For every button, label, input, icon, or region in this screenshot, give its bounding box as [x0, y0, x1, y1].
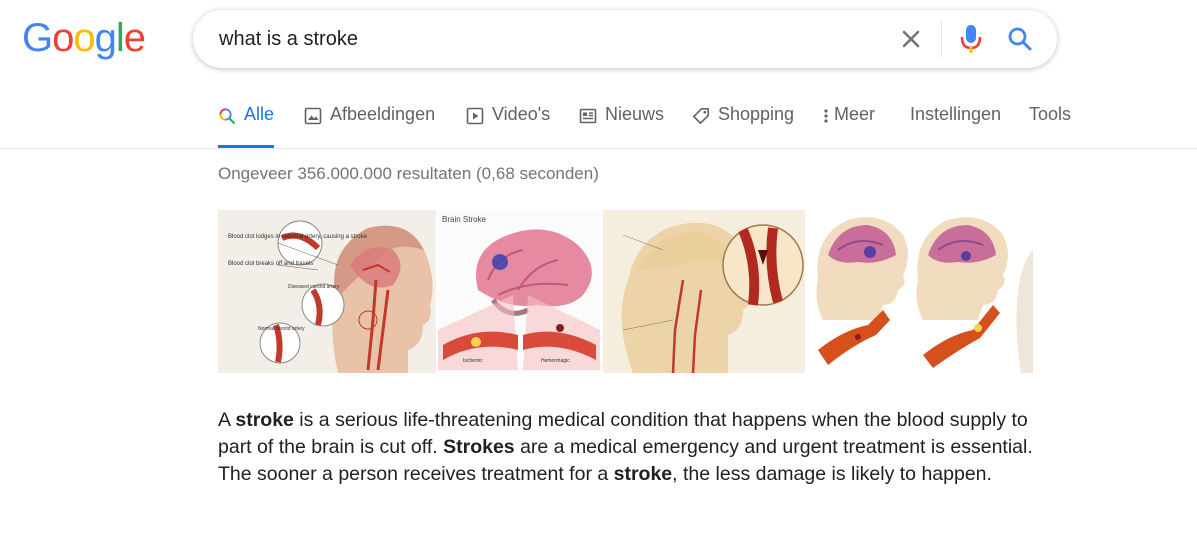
tab-settings[interactable]: Instellingen — [910, 104, 1001, 148]
tab-label: Alle — [243, 104, 274, 124]
snippet-keyword: stroke — [235, 409, 294, 431]
stroke-diagram-image-1[interactable]: Blood clot lodges in cerebral artery, ca… — [218, 210, 436, 373]
logo-letter: g — [94, 16, 117, 60]
tab-label: Shopping — [718, 104, 795, 124]
logo-letter: l — [115, 16, 125, 60]
logo-letter: e — [123, 16, 146, 60]
tab-videos[interactable]: Video's — [466, 104, 550, 148]
snippet-keyword: stroke — [613, 463, 673, 485]
tab-tools[interactable]: Tools — [1029, 104, 1071, 148]
image-label: Blood clot breaks off and travels — [228, 261, 313, 267]
search-icon — [1008, 27, 1032, 51]
snippet-text: , the less damage is likely to happen. — [672, 463, 992, 485]
tab-images[interactable]: Afbeeldingen — [304, 104, 435, 148]
search-button[interactable] — [1005, 24, 1035, 54]
news-icon — [579, 108, 597, 124]
image-title: Brain Stroke — [442, 215, 487, 224]
tab-label: Instellingen — [910, 104, 1002, 124]
search-input[interactable] — [219, 10, 859, 68]
close-icon — [902, 30, 920, 48]
search-divider — [941, 21, 942, 57]
snippet-text: A — [218, 409, 236, 431]
tab-shopping[interactable]: Shopping — [692, 104, 794, 148]
image-carousel: Blood clot lodges in cerebral artery, ca… — [218, 210, 1033, 373]
voice-search-button[interactable] — [959, 23, 983, 55]
tab-news[interactable]: Nieuws — [579, 104, 664, 148]
stroke-diagram-image-4[interactable] — [808, 210, 1010, 373]
image-label: Blood clot lodges in cerebral artery, ca… — [228, 234, 368, 240]
microphone-icon — [960, 25, 982, 53]
more-vert-icon — [824, 109, 828, 123]
image-label: Ischemic — [463, 358, 483, 364]
snippet-keyword: Strokes — [443, 436, 515, 458]
image-label: Diseased carotid artery — [288, 284, 340, 290]
image-icon — [304, 107, 322, 125]
search-box — [193, 10, 1057, 68]
featured-snippet: A stroke is a serious life-threatening m… — [218, 407, 1038, 488]
tag-icon — [693, 108, 709, 124]
search-icon — [219, 108, 235, 124]
tab-more[interactable]: Meer — [822, 104, 875, 148]
tab-label: Meer — [834, 104, 876, 124]
result-stats: Ongeveer 356.000.000 resultaten (0,68 se… — [218, 164, 599, 183]
tab-label: Video's — [492, 104, 551, 124]
tab-all[interactable]: Alle — [218, 104, 274, 148]
google-logo[interactable]: Google — [22, 14, 146, 62]
tabs-divider — [0, 148, 1197, 149]
tab-label: Nieuws — [605, 104, 665, 124]
stroke-diagram-image-5[interactable] — [1013, 210, 1033, 373]
logo-letter: G — [22, 16, 53, 60]
image-label: Normal carotid artery — [258, 326, 305, 332]
logo-letter: o — [73, 16, 95, 60]
stroke-diagram-image-2[interactable]: Brain Stroke Ischemic Hemorrhagic — [438, 210, 600, 373]
play-icon — [466, 107, 484, 125]
image-label: Hemorrhagic — [541, 358, 570, 364]
tab-label: Tools — [1029, 104, 1072, 124]
logo-letter: o — [52, 16, 74, 60]
stroke-diagram-image-3[interactable] — [603, 210, 805, 373]
tab-label: Afbeeldingen — [330, 104, 436, 124]
clear-button[interactable] — [897, 25, 925, 53]
